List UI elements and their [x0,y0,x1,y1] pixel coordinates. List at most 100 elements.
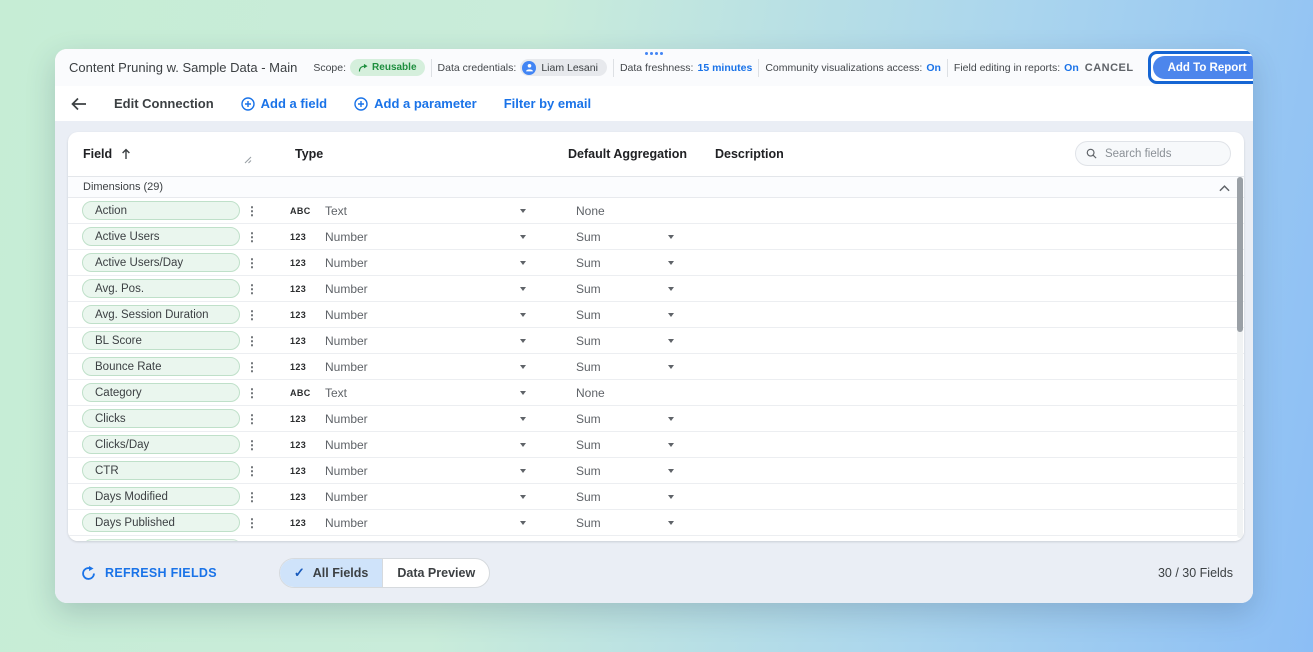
aggregation-dropdown[interactable]: None [576,380,681,405]
type-select[interactable]: Number [325,302,535,327]
type-select[interactable]: Number [325,328,535,353]
overflow-menu-icon[interactable]: ⋮ [246,439,258,451]
overflow-menu-icon[interactable]: ⋮ [246,361,258,373]
field-pill[interactable]: BL Score [82,331,240,350]
field-pill[interactable]: Active Users/Day [82,253,240,272]
aggregation-dropdown[interactable]: Sum [576,406,681,431]
search-input[interactable] [1103,147,1220,161]
field-pill[interactable]: Category [82,383,240,402]
type-select[interactable]: Number [325,432,535,457]
field-pill[interactable]: Days Modified [82,487,240,506]
table-row: Active Users/Day ⋮ 123 Number Sum [68,250,1244,276]
avatar [522,61,536,75]
type-select[interactable]: Number [325,276,535,301]
edit-connection-button[interactable]: Edit Connection [114,96,214,111]
add-field-button[interactable]: Add a field [241,96,327,111]
aggregation-dropdown[interactable]: Sum [576,328,681,353]
aggregation-dropdown[interactable]: Sum [576,276,681,301]
filter-by-email-button[interactable]: Filter by email [504,96,591,111]
chevron-down-icon [520,417,526,421]
table-row: CTR ⋮ 123 Number Sum [68,458,1244,484]
overflow-menu-icon[interactable]: ⋮ [246,231,258,243]
aggregation-dropdown[interactable]: Sum [576,302,681,327]
data-source-editor-window: Content Pruning w. Sample Data - Main Sc… [55,49,1253,603]
chevron-down-icon [668,417,674,421]
chevron-down-icon [520,365,526,369]
field-pill-label: Active Users/Day [95,257,183,269]
field-editing-value[interactable]: On [1064,62,1079,74]
credentials-label: Data credentials: [438,62,517,74]
cancel-button[interactable]: CANCEL [1079,58,1140,78]
tab-data-preview[interactable]: Data Preview [382,559,489,587]
aggregation-dropdown[interactable]: Sum [576,224,681,249]
field-pill[interactable]: Clicks [82,409,240,428]
dimensions-section-header[interactable]: Dimensions (29) [68,177,1244,198]
aggregation-dropdown[interactable]: Sum [576,484,681,509]
credentials-chip[interactable]: Liam Lesani [520,59,607,76]
header-divider [613,59,614,77]
tab-all-fields[interactable]: ✓ All Fields [280,559,382,587]
table-row: Avg. Session Duration ⋮ 123 Number Sum [68,302,1244,328]
header-divider [947,59,948,77]
aggregation-dropdown[interactable]: Sum [576,432,681,457]
back-button[interactable] [70,96,87,112]
field-pill[interactable]: CTR [82,461,240,480]
field-pill[interactable]: Days Published [82,513,240,532]
type-select[interactable]: Number [325,250,535,275]
overflow-menu-icon[interactable]: ⋮ [246,491,258,503]
type-select[interactable]: Number [325,406,535,431]
type-label: Number [325,464,368,478]
overflow-menu-icon[interactable]: ⋮ [246,413,258,425]
field-pill[interactable]: Avg. Session Duration [82,305,240,324]
aggregation-dropdown[interactable]: Sum [576,250,681,275]
field-pill[interactable]: Bounce Rate [82,357,240,376]
overflow-menu-icon[interactable]: ⋮ [246,387,258,399]
type-select[interactable]: Text [325,380,535,405]
table-header-row: Field Type Default Aggregation Descripti… [68,132,1244,177]
column-header-field[interactable]: Field [83,147,131,161]
overflow-menu-icon[interactable]: ⋮ [246,517,258,529]
type-select[interactable]: Number [325,224,535,249]
header-divider [758,59,759,77]
aggregation-dropdown[interactable]: Sum [576,354,681,379]
overflow-menu-icon[interactable]: ⋮ [246,283,258,295]
aggregation-dropdown[interactable]: Sum [576,458,681,483]
overflow-menu-icon[interactable]: ⋮ [246,335,258,347]
field-pill[interactable]: Avg. Pos. [82,279,240,298]
partially-visible-row [68,536,1244,541]
type-select[interactable]: Number [325,458,535,483]
column-resize-handle[interactable] [244,151,252,169]
add-to-report-button[interactable]: Add To Report [1153,56,1253,79]
add-parameter-button[interactable]: Add a parameter [354,96,477,111]
type-select[interactable]: Number [325,484,535,509]
overflow-menu-icon[interactable]: ⋮ [246,309,258,321]
overflow-menu-icon[interactable]: ⋮ [246,465,258,477]
field-pill[interactable]: Action [82,201,240,220]
type-select[interactable]: Text [325,198,535,223]
type-select[interactable]: Number [325,354,535,379]
community-visualizations-value[interactable]: On [926,62,941,74]
scrollbar-thumb[interactable] [1237,177,1243,332]
fields-count: 30 / 30 Fields [1158,566,1233,580]
field-pill[interactable]: Clicks/Day [82,435,240,454]
aggregation-dropdown[interactable]: Sum [576,510,681,535]
aggregation-dropdown[interactable]: None [576,198,681,223]
chevron-down-icon [668,469,674,473]
type-select[interactable]: Number [325,510,535,535]
aggregation-label: Sum [576,282,601,296]
chevron-up-icon[interactable] [1219,183,1230,195]
scope-badge[interactable]: Reusable [350,59,424,76]
table-row: BL Score ⋮ 123 Number Sum [68,328,1244,354]
chevron-down-icon [520,521,526,525]
overflow-menu-icon[interactable]: ⋮ [246,257,258,269]
type-icon: ABC [290,388,311,398]
sort-ascending-icon [121,148,131,160]
chevron-down-icon [668,365,674,369]
type-icon: ABC [290,206,311,216]
field-pill[interactable]: Active Users [82,227,240,246]
dimensions-section-label: Dimensions (29) [83,181,163,193]
overflow-menu-icon[interactable]: ⋮ [246,205,258,217]
field-pill-label: Avg. Pos. [95,283,144,295]
freshness-value[interactable]: 15 minutes [697,62,752,74]
refresh-fields-button[interactable]: REFRESH FIELDS [75,565,223,582]
